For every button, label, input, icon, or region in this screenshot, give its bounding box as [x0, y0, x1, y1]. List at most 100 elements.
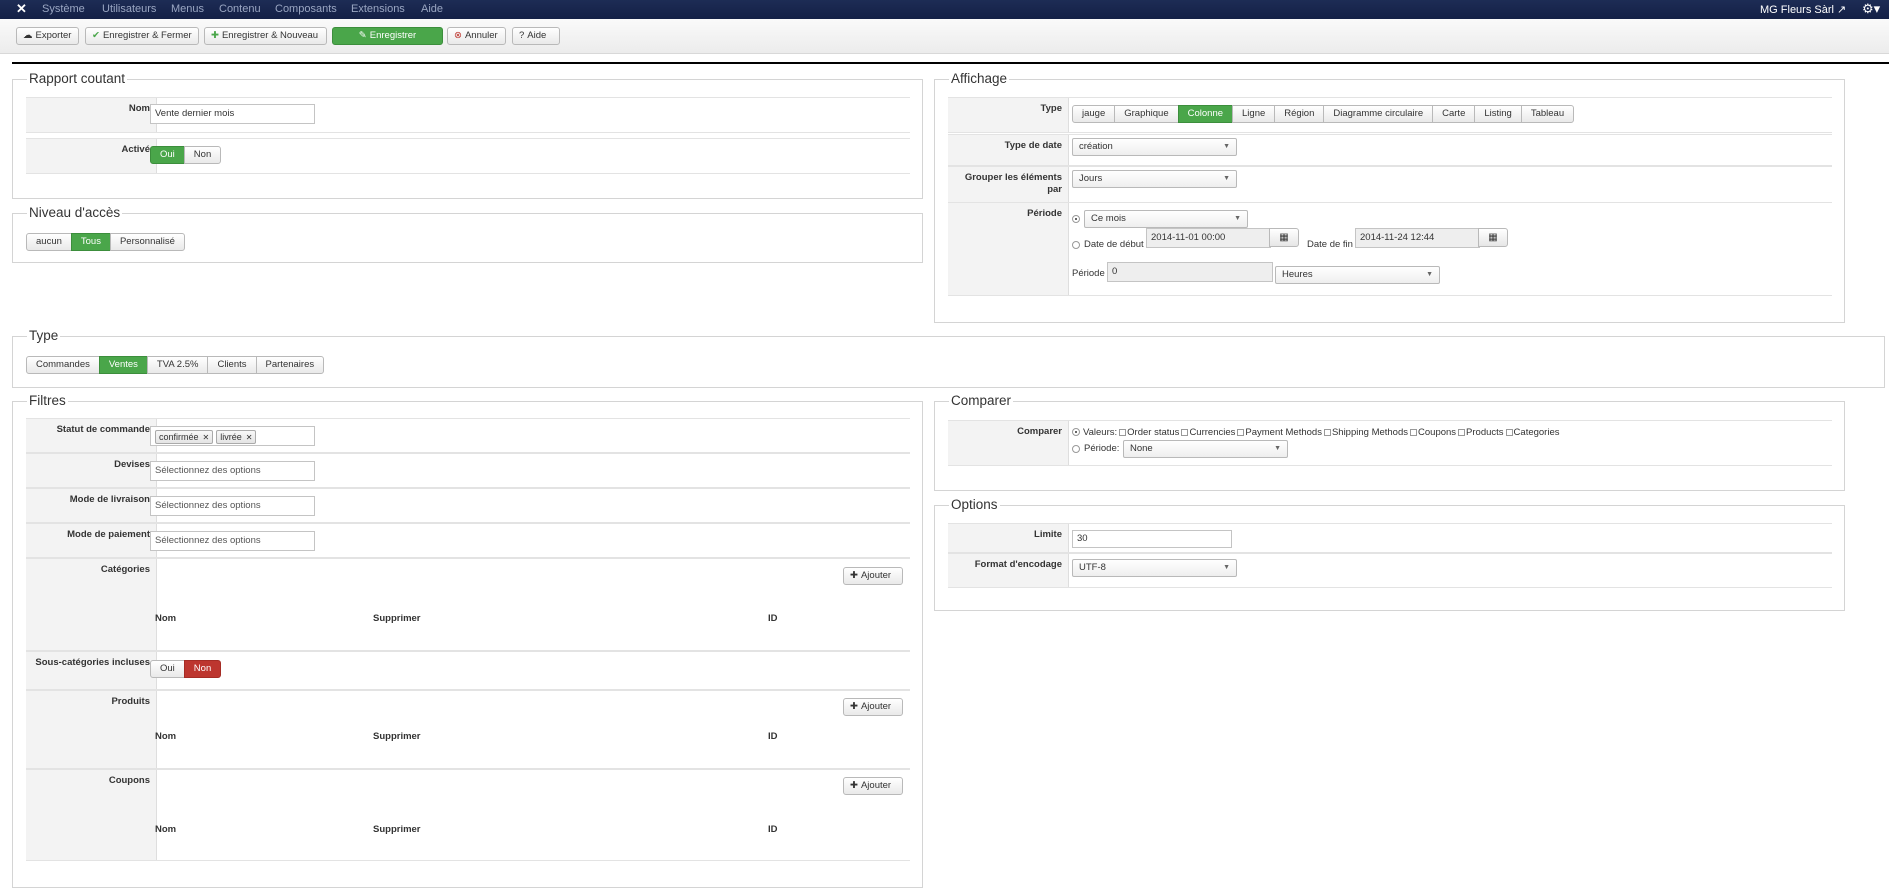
add-coupon-button[interactable]: ✚ Ajouter — [843, 777, 903, 795]
type-table-button[interactable]: Tableau — [1520, 105, 1575, 123]
type-options: Commandes Ventes TVA 2.5% Clients Parten… — [26, 356, 325, 374]
question-icon: ? — [519, 30, 525, 41]
compare-check-products[interactable] — [1458, 429, 1466, 436]
external-link-icon: ↗ — [1837, 4, 1847, 16]
calendar-icon[interactable]: ▦ — [1478, 228, 1508, 247]
order-status-label: Statut de commande — [26, 419, 157, 452]
coupons-col-delete: Supprimer — [373, 824, 421, 835]
period-preset-radio[interactable] — [1072, 215, 1080, 223]
period-preset-select[interactable]: Ce mois ▼ — [1084, 210, 1248, 228]
plus-icon: ✚ — [850, 570, 858, 581]
compare-check-categories[interactable] — [1505, 429, 1513, 436]
gear-icon[interactable]: ⚙▾ — [1862, 1, 1880, 17]
products-row — [26, 690, 910, 769]
cloud-icon: ☁ — [23, 30, 33, 41]
add-category-button[interactable]: ✚ Ajouter — [843, 567, 903, 585]
menu-menus[interactable]: Menus — [171, 3, 204, 16]
compare-fieldset: Comparer Comparer Valeurs: Order status Cu… — [934, 394, 1845, 491]
export-button[interactable]: ☁ Exporter — [16, 27, 79, 45]
period-range-radio[interactable] — [1072, 241, 1080, 249]
name-input[interactable]: Vente dernier mois — [150, 104, 315, 124]
type-line-button[interactable]: Ligne — [1232, 105, 1276, 123]
compare-check-currencies[interactable] — [1181, 429, 1189, 436]
edit-icon: ✎ — [358, 30, 367, 41]
active-toggle: Oui Non — [150, 146, 222, 164]
order-status-tag: confirmée ✕ — [155, 430, 214, 444]
compare-check-payment[interactable] — [1237, 429, 1245, 436]
start-date-input[interactable]: 2014-11-01 00:00 — [1146, 228, 1271, 248]
active-no-button[interactable]: Non — [183, 146, 222, 164]
order-status-multiselect[interactable]: confirmée ✕ livrée ✕ — [150, 426, 315, 446]
payment-multiselect[interactable]: Sélectionnez des options — [150, 531, 315, 551]
type-vat-button[interactable]: TVA 2.5% — [146, 356, 209, 374]
limit-label: Limite — [948, 524, 1069, 552]
type-partners-button[interactable]: Partenaires — [255, 356, 325, 374]
remove-tag-icon[interactable]: ✕ — [246, 433, 253, 442]
menu-system[interactable]: Système — [42, 3, 85, 16]
site-name-link[interactable]: MG Fleurs Sàrl ↗ — [1760, 3, 1846, 16]
menu-components[interactable]: Composants — [275, 3, 337, 16]
display-legend: Affichage — [949, 71, 1010, 86]
compare-values-radio[interactable] — [1072, 428, 1080, 436]
type-pie-button[interactable]: Diagramme circulaire — [1323, 105, 1434, 123]
type-region-button[interactable]: Région — [1274, 105, 1325, 123]
access-fieldset: Niveau d'accès aucun Tous Personnalisé — [12, 206, 923, 263]
subcat-yes-button[interactable]: Oui — [150, 660, 185, 678]
group-label: Grouper les éléments par — [948, 167, 1069, 202]
products-col-id: ID — [768, 731, 778, 742]
type-gauge-button[interactable]: jauge — [1072, 105, 1116, 123]
products-label: Produits — [26, 691, 157, 768]
period-unit-select[interactable]: Heures ▼ — [1275, 266, 1440, 284]
access-custom-button[interactable]: Personnalisé — [109, 233, 185, 251]
access-none-button[interactable]: aucun — [26, 233, 72, 251]
help-button[interactable]: ? Aide — [512, 27, 560, 45]
save-button[interactable]: ✎ Enregistrer — [332, 27, 443, 45]
compare-period-select[interactable]: None ▼ — [1123, 440, 1288, 458]
date-type-select[interactable]: création ▼ — [1072, 138, 1237, 156]
report-fieldset: Rapport coutant Nom Vente dernier mois A… — [12, 72, 923, 199]
limit-input[interactable]: 30 — [1072, 530, 1232, 548]
name-label: Nom — [26, 98, 157, 132]
compare-check-shipping[interactable] — [1323, 429, 1331, 436]
type-listing-button[interactable]: Listing — [1474, 105, 1522, 123]
compare-legend: Comparer — [949, 393, 1014, 408]
type-graph-button[interactable]: Graphique — [1114, 105, 1179, 123]
filters-fieldset: Filtres Statut de commande confirmée ✕ liv… — [12, 394, 923, 888]
compare-check-order-status[interactable] — [1119, 429, 1127, 436]
menu-users[interactable]: Utilisateurs — [102, 3, 156, 16]
type-orders-button[interactable]: Commandes — [26, 356, 100, 374]
display-type-options: jauge Graphique Colonne Ligne Région Dia… — [1072, 105, 1575, 123]
period-label: Période — [948, 203, 1069, 295]
cancel-button[interactable]: ⊗ Annuler — [447, 27, 506, 45]
filters-legend: Filtres — [27, 393, 68, 408]
group-select[interactable]: Jours ▼ — [1072, 170, 1237, 188]
type-map-button[interactable]: Carte — [1432, 105, 1476, 123]
shipping-multiselect[interactable]: Sélectionnez des options — [150, 496, 315, 516]
coupons-label: Coupons — [26, 770, 157, 860]
compare-period-radio[interactable] — [1072, 445, 1080, 453]
end-date-input[interactable]: 2014-11-24 12:44 — [1355, 228, 1480, 248]
compare-check-coupons[interactable] — [1410, 429, 1418, 436]
save-new-button[interactable]: ✚ Enregistrer & Nouveau — [204, 27, 327, 45]
type-customers-button[interactable]: Clients — [207, 356, 257, 374]
access-all-button[interactable]: Tous — [70, 233, 111, 251]
currencies-multiselect[interactable]: Sélectionnez des options — [150, 461, 315, 481]
add-product-button[interactable]: ✚ Ajouter — [843, 698, 903, 716]
encoding-select[interactable]: UTF-8 ▼ — [1072, 559, 1237, 577]
access-legend: Niveau d'accès — [27, 205, 123, 220]
toolbar: ☁ Exporter ✔ Enregistrer & Fermer ✚ Enregis… — [0, 19, 1889, 54]
coupons-row — [26, 769, 910, 861]
period-number-input[interactable]: 0 — [1107, 262, 1273, 282]
calendar-icon[interactable]: ▦ — [1269, 228, 1299, 247]
menu-content[interactable]: Contenu — [219, 3, 261, 16]
active-yes-button[interactable]: Oui — [150, 146, 185, 164]
close-circle-icon: ⊗ — [454, 30, 462, 41]
menu-extensions[interactable]: Extensions — [351, 3, 405, 16]
type-column-button[interactable]: Colonne — [1177, 105, 1234, 123]
remove-tag-icon[interactable]: ✕ — [203, 433, 210, 442]
subcat-no-button[interactable]: Non — [183, 660, 222, 678]
menu-help[interactable]: Aide — [421, 3, 443, 16]
save-close-button[interactable]: ✔ Enregistrer & Fermer — [85, 27, 199, 45]
joomla-logo-icon[interactable]: ✕ — [16, 2, 30, 16]
type-sales-button[interactable]: Ventes — [98, 356, 148, 374]
